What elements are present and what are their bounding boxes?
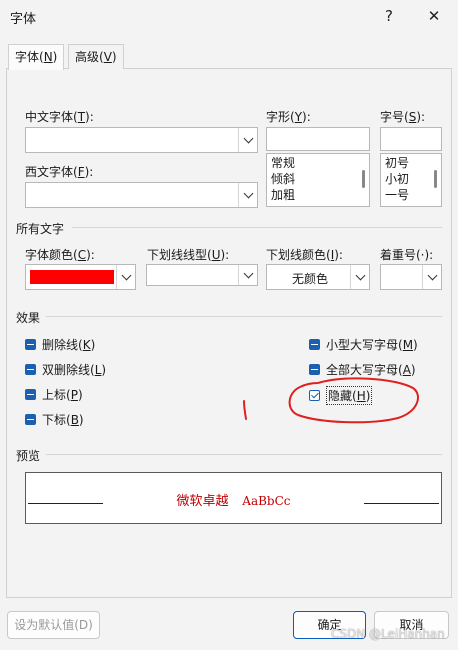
tab-font[interactable]: 字体(N): [8, 44, 65, 70]
section-title-preview: 预览: [16, 449, 41, 463]
annotation-circle: [288, 377, 419, 424]
divider: [46, 454, 442, 455]
set-default-button[interactable]: 设为默认值(D): [7, 611, 100, 639]
annotation-mark: [243, 400, 247, 420]
preview-text: 微软卓越 AaBbCc: [176, 494, 291, 509]
watermark: CSDN @LeiHanhan: [331, 627, 445, 641]
annotation-layer: [243, 377, 419, 424]
preview-box: 微软卓越 AaBbCc: [25, 472, 442, 524]
